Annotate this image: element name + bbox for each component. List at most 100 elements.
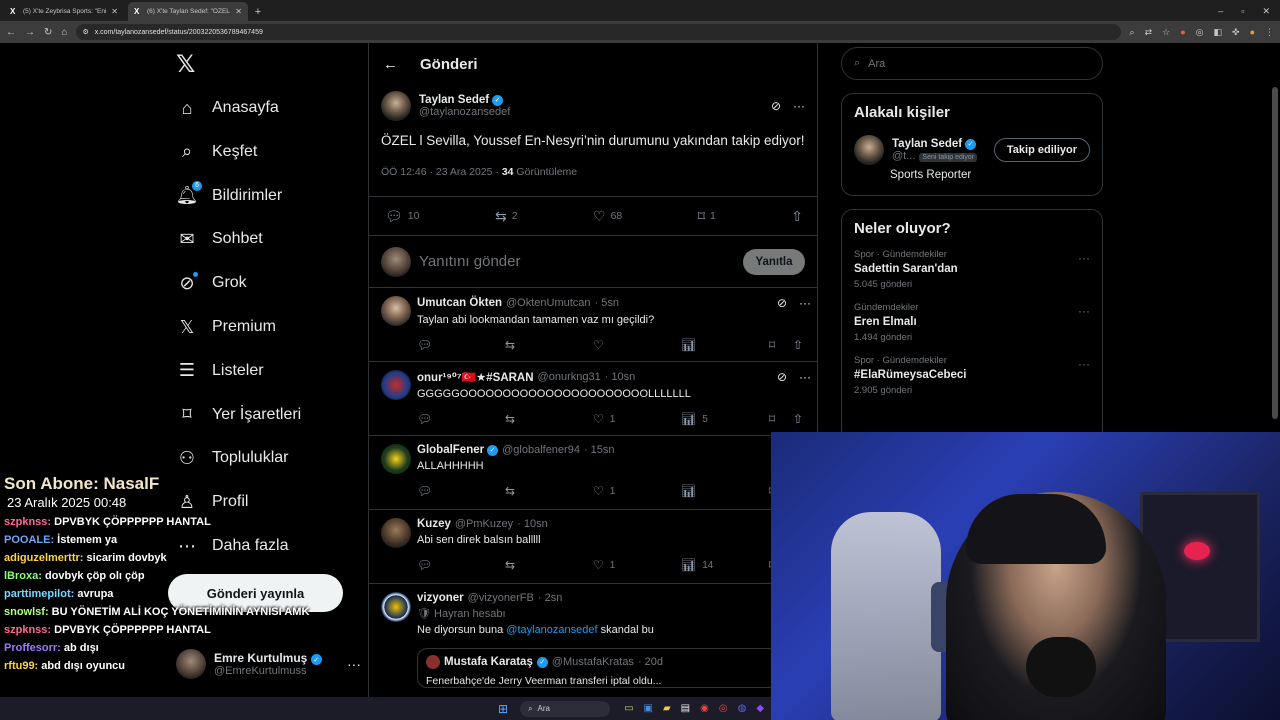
- profile-icon[interactable]: ●: [1250, 27, 1255, 38]
- extension-icon[interactable]: ◧: [1214, 27, 1223, 38]
- nav-item-1[interactable]: ⌕ Keşfet: [176, 137, 257, 167]
- reply-button[interactable]: 💬︎: [417, 412, 505, 426]
- reply-time[interactable]: · 5sn: [595, 297, 619, 309]
- nav-item-4[interactable]: ⊘ Grok: [176, 268, 247, 298]
- puzzle-icon[interactable]: ✜: [1232, 27, 1240, 38]
- taskbar-app-icon[interactable]: ▣: [644, 703, 653, 714]
- avatar[interactable]: [381, 91, 411, 121]
- repost-button[interactable]: ⇆: [505, 484, 593, 498]
- reply-author[interactable]: Kuzey: [417, 518, 451, 530]
- more-options-icon[interactable]: ···: [799, 370, 811, 384]
- more-options-icon[interactable]: ···: [347, 656, 361, 672]
- nav-item-2[interactable]: 🔔︎ 6 Bildirimler: [176, 180, 282, 211]
- reply-author[interactable]: Umutcan Ökten: [417, 297, 502, 309]
- maximize-icon[interactable]: ▫: [1241, 6, 1244, 17]
- reply-time[interactable]: · 10sn: [605, 371, 636, 383]
- close-window-icon[interactable]: ✕: [1262, 6, 1270, 17]
- url-field[interactable]: ⚙ x.com/taylanozansedef/status/200322053…: [76, 24, 1121, 40]
- like-button[interactable]: ♡: [593, 338, 681, 352]
- nav-item-0[interactable]: ⌂ Anasayfa: [176, 93, 279, 123]
- search-input[interactable]: ⌕ Ara: [841, 47, 1103, 80]
- views-button[interactable]: 📊︎ 14: [681, 558, 769, 572]
- trend-item[interactable]: Spor · Gündemdekiler #ElaRümeysaCebeci 2.9…: [854, 355, 1090, 396]
- like-button[interactable]: ♡ 68: [593, 208, 622, 225]
- reply-handle[interactable]: @PmKuzey: [455, 518, 513, 530]
- repost-button[interactable]: ⇆: [505, 412, 593, 426]
- new-tab-button[interactable]: +: [248, 2, 268, 21]
- folder-icon[interactable]: ▰: [663, 703, 671, 714]
- person-handle[interactable]: @t...: [892, 150, 915, 162]
- reply-input[interactable]: Yanıtını gönder: [419, 253, 735, 270]
- reply-handle[interactable]: @globalfener94: [502, 444, 580, 456]
- minimize-icon[interactable]: –: [1218, 6, 1223, 17]
- mention-link[interactable]: @taylanozansedef: [506, 624, 597, 636]
- more-options-icon[interactable]: ···: [1078, 251, 1090, 265]
- grok-icon[interactable]: ⊘: [777, 370, 787, 384]
- back-arrow-icon[interactable]: ←: [383, 56, 398, 73]
- more-options-icon[interactable]: ···: [1078, 304, 1090, 318]
- post-time[interactable]: ÖÖ 12:46 · 23 Ara 2025 ·: [381, 166, 502, 178]
- like-button[interactable]: ♡ 1: [593, 558, 681, 572]
- avatar[interactable]: [381, 296, 411, 326]
- following-button[interactable]: Takip ediliyor: [993, 138, 1090, 162]
- share-button[interactable]: ⇧: [791, 208, 803, 225]
- reply-item[interactable]: onur¹⁹⁰⁷🇹🇷★#SARAN @onurkng31 · 10sn ⊘ ··· GGG…: [369, 362, 817, 436]
- nav-item-6[interactable]: ☰ Listeler: [176, 356, 264, 386]
- reply-button[interactable]: 💬︎ 10: [385, 208, 419, 225]
- page-scrollbar[interactable]: [1272, 87, 1278, 419]
- forward-icon[interactable]: →: [25, 27, 35, 38]
- avatar[interactable]: [381, 370, 411, 400]
- close-tab-icon[interactable]: ✕: [235, 7, 242, 16]
- reply-item[interactable]: Umutcan Ökten @OktenUmutcan · 5sn ⊘ ··· Tayla…: [369, 288, 817, 362]
- reply-time[interactable]: · 2sn: [538, 592, 562, 604]
- views-button[interactable]: 📊︎: [681, 338, 769, 352]
- reply-handle[interactable]: @vizyonerFB: [468, 592, 534, 604]
- star-icon[interactable]: ☆: [1162, 27, 1170, 38]
- extension-icon[interactable]: ◎: [1196, 27, 1204, 38]
- reply-item[interactable]: GlobalFener ✓ @globalfener94 · 15sn ALLAHHHH…: [369, 436, 817, 510]
- avatar[interactable]: [854, 135, 884, 165]
- trend-item[interactable]: Gündemdekiler Eren Elmalı 1.494 gönderi ···: [854, 302, 1090, 343]
- author-handle[interactable]: @taylanozansedef: [419, 106, 510, 118]
- repost-button[interactable]: ⇆: [505, 338, 593, 352]
- author-name[interactable]: Taylan Sedef: [419, 94, 489, 106]
- repost-button[interactable]: ⇆ 2: [495, 208, 518, 225]
- share-button[interactable]: ⇧: [793, 412, 803, 426]
- taskbar-app-icon[interactable]: ◎: [719, 703, 728, 714]
- x-logo-icon[interactable]: 𝕏: [176, 53, 200, 77]
- taskbar-app-icon[interactable]: ▤: [681, 703, 690, 714]
- avatar[interactable]: [381, 444, 411, 474]
- bookmark-button[interactable]: ⌑: [769, 412, 793, 426]
- chrome-icon[interactable]: ◉: [700, 703, 709, 714]
- reply-handle[interactable]: @onurkng31: [538, 371, 601, 383]
- like-button[interactable]: ♡ 1: [593, 412, 681, 426]
- site-info-icon[interactable]: ⚙: [82, 28, 88, 36]
- reply-button[interactable]: 💬︎: [417, 484, 505, 498]
- taskbar-app-icon[interactable]: ◍: [738, 703, 747, 714]
- avatar[interactable]: [381, 518, 411, 548]
- nav-item-5[interactable]: 𝕏 Premium: [176, 312, 276, 342]
- extension-icon[interactable]: ●: [1180, 27, 1185, 38]
- reply-item[interactable]: Kuzey @PmKuzey · 10sn Abi sen direk balsın …: [369, 510, 817, 584]
- nav-item-3[interactable]: ✉ Sohbet: [176, 224, 262, 254]
- back-icon[interactable]: ←: [6, 27, 16, 38]
- reply-author[interactable]: onur¹⁹⁰⁷🇹🇷★#SARAN: [417, 370, 534, 384]
- grok-icon[interactable]: ⊘: [777, 296, 787, 310]
- zoom-icon[interactable]: ⌕: [1130, 27, 1135, 38]
- views-button[interactable]: 📊︎: [681, 484, 769, 498]
- share-button[interactable]: ⇧: [793, 338, 803, 352]
- reload-icon[interactable]: ↻: [44, 27, 52, 38]
- reply-handle[interactable]: @OktenUmutcan: [506, 297, 591, 309]
- close-tab-icon[interactable]: ✕: [111, 7, 118, 16]
- nav-item-7[interactable]: ⌑ Yer İşaretleri: [176, 400, 301, 430]
- repost-button[interactable]: ⇆: [505, 558, 593, 572]
- more-options-icon[interactable]: ···: [793, 99, 805, 113]
- more-options-icon[interactable]: ···: [1078, 357, 1090, 371]
- menu-icon[interactable]: ⋮: [1265, 27, 1274, 38]
- reply-button[interactable]: 💬︎: [417, 338, 505, 352]
- translate-icon[interactable]: ⇄: [1145, 27, 1153, 38]
- browser-tab-1[interactable]: X (5) X'te Zeybrisa Sports: "Eni... ✕: [4, 2, 124, 21]
- grok-icon[interactable]: ⊘: [771, 99, 781, 113]
- like-button[interactable]: ♡ 1: [593, 484, 681, 498]
- reply-author[interactable]: vizyoner: [417, 592, 464, 604]
